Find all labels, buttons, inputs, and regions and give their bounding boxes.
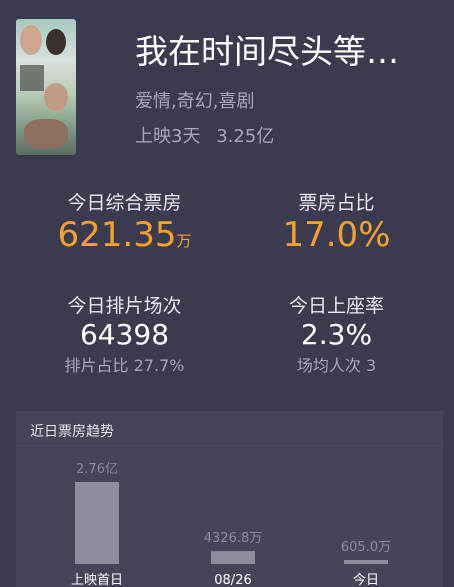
release-days: 上映3天 [135, 126, 201, 147]
poster-title-art [20, 65, 44, 91]
total-box-office: 3.25亿 [216, 126, 275, 147]
trend-bar[interactable] [211, 551, 255, 564]
stat-seat-rate: 今日上座率 2.3% 场均人次 3 [223, 291, 450, 376]
release-info: 上映3天 3.25亿 [135, 122, 284, 148]
trend-bar[interactable] [75, 482, 119, 564]
trend-category-label: 今日 [353, 572, 379, 587]
stat-label: 今日排片场次 [67, 295, 182, 317]
stat-label: 今日上座率 [288, 295, 384, 317]
trend-category-label: 上映首日 [71, 573, 123, 587]
trend-bar-value: 605.0万 [341, 540, 391, 555]
trend-bar[interactable] [344, 560, 388, 564]
stat-box-share: 票房占比 17.0% [223, 188, 450, 255]
stat-value: 2.3% [300, 318, 373, 351]
poster-figure [20, 25, 42, 55]
stat-today-sessions: 今日排片场次 64398 排片占比 27.7% [11, 291, 238, 376]
trend-bar-value: 2.76亿 [76, 462, 118, 477]
stat-value: 64398 [79, 318, 170, 351]
poster-figure [44, 83, 68, 111]
stat-sub: 场均人次 3 [296, 356, 377, 375]
stat-label: 票房占比 [298, 192, 375, 214]
trend-bar-value: 4326.8万 [204, 531, 263, 546]
stat-value: 621.35万 [57, 215, 192, 255]
movie-poster[interactable] [16, 19, 76, 155]
stat-sub: 排片占比 27.7% [64, 356, 185, 375]
movie-title: 我在时间尽头等… [135, 32, 399, 71]
trend-panel: 近日票房趋势 2.76亿 上映首日 4326.8万 08/26 605.0万 今日 [16, 411, 443, 587]
trend-category-label: 08/26 [214, 573, 251, 587]
poster-figure [46, 29, 66, 55]
stat-label: 今日综合票房 [67, 192, 182, 214]
stat-today-box: 今日综合票房 621.35万 [11, 188, 238, 261]
stat-value: 17.0% [282, 215, 391, 255]
movie-genre: 爱情,奇幻,喜剧 [135, 91, 255, 112]
trend-chart: 2.76亿上映首日 4326.8万 08/26 605.0万今日 [71, 462, 391, 587]
poster-figure [24, 119, 68, 149]
